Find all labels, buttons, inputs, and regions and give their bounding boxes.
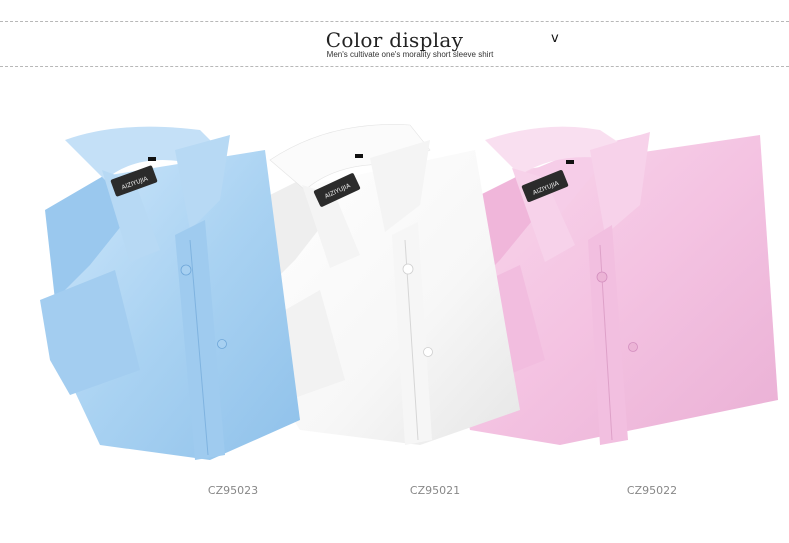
product-code-pink: CZ95022	[626, 484, 678, 497]
product-image-strip: AIZIYUJIA AIZIYUJIA AIZIYUJIA	[40, 124, 778, 460]
product-code-white: CZ95021	[409, 484, 461, 497]
shirt-blue[interactable]: AIZIYUJIA	[40, 126, 300, 460]
product-code-blue: CZ95023	[207, 484, 259, 497]
